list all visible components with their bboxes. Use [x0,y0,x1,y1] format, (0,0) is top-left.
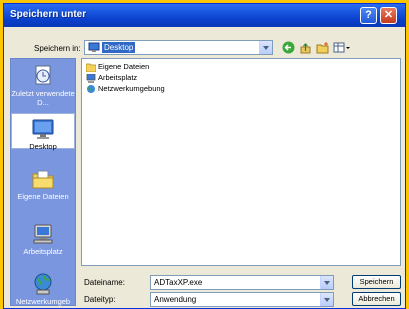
chevron-down-icon[interactable] [320,276,333,289]
list-item-label: Eigene Dateien [98,62,150,71]
network-icon [87,84,95,93]
place-my-documents[interactable]: Eigene Dateien [11,168,75,201]
file-list[interactable]: Eigene Dateien Arbeitsplatz Netzwerkumge… [81,58,401,266]
place-recent-label: Zuletzt verwendete D... [11,89,75,107]
folder-icon [86,63,96,72]
back-icon[interactable] [281,41,296,56]
filetype-combo[interactable]: Anwendung [150,292,334,307]
place-recent[interactable]: Zuletzt verwendete D... [11,65,75,107]
list-item[interactable]: Netzwerkumgebung [86,84,165,94]
list-item-label: Arbeitsplatz [98,73,138,82]
my-computer-icon [33,224,53,244]
filetype-label: Dateityp: [84,295,116,304]
lookin-value: Desktop [102,42,136,53]
filename-label: Dateiname: [84,278,125,287]
place-network-label: Netzwerkumgeb [15,297,71,306]
new-folder-icon[interactable] [315,41,330,56]
place-my-documents-label: Eigene Dateien [17,192,69,201]
desktop-icon [32,119,54,139]
view-menu-icon[interactable] [332,41,352,56]
cancel-button[interactable]: Abbrechen [352,292,401,306]
desktop-small-icon [88,42,100,52]
chevron-down-icon[interactable] [320,293,333,306]
save-as-dialog: Speichern unter ? ✕ Speichern in: Deskto… [3,3,406,309]
dialog-title: Speichern unter [10,9,87,20]
list-item-label: Netzwerkumgebung [98,84,165,93]
lookin-combo[interactable]: Desktop [84,40,273,55]
place-network[interactable]: Netzwerkumgeb [11,273,75,306]
place-my-computer[interactable]: Arbeitsplatz [11,223,75,256]
close-button[interactable]: ✕ [380,7,397,24]
chevron-down-icon[interactable] [259,41,272,54]
save-button[interactable]: Speichern [352,275,401,289]
title-bar[interactable]: Speichern unter ? ✕ [4,4,405,27]
up-folder-icon[interactable] [298,41,313,56]
list-item[interactable]: Arbeitsplatz [86,73,137,83]
lookin-label: Speichern in: [34,44,81,53]
network-places-icon [34,273,52,295]
place-desktop[interactable]: Desktop [11,113,75,151]
list-item[interactable]: Eigene Dateien [86,62,149,72]
filetype-value: Anwendung [154,295,197,304]
help-button[interactable]: ? [360,7,377,24]
filename-combo[interactable]: ADTaxXP.exe [150,275,334,290]
places-bar: Zuletzt verwendete D... Desktop Eigene D… [10,58,76,306]
place-desktop-label: Desktop [29,142,57,151]
filename-value: ADTaxXP.exe [154,278,203,287]
my-documents-icon [32,170,54,189]
place-my-computer-label: Arbeitsplatz [23,247,63,256]
recent-documents-icon [35,65,51,85]
computer-icon [86,73,96,83]
